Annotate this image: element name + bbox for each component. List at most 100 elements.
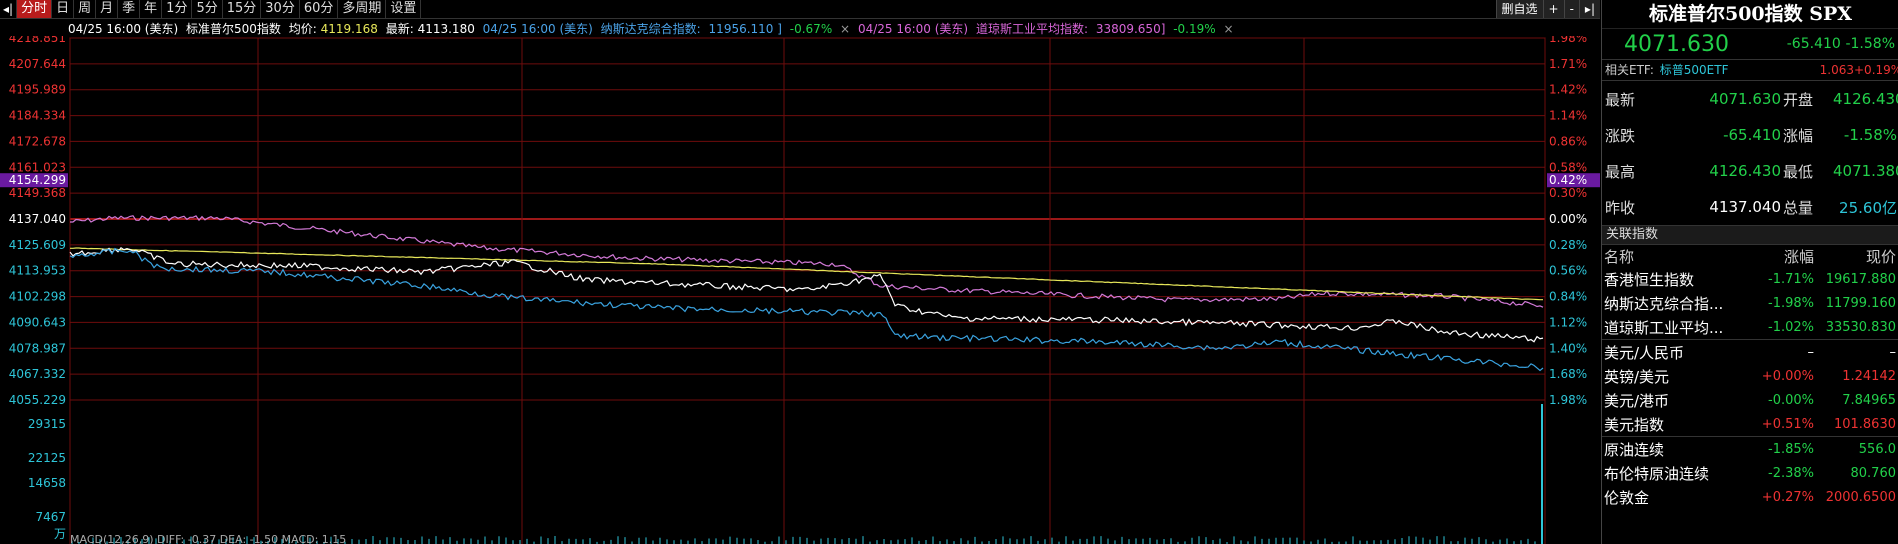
period-tab-1[interactable]: 日 <box>52 0 75 18</box>
quote-value: -65.410 <box>1723 126 1781 144</box>
period-tab-12[interactable]: 设置 <box>386 0 422 18</box>
period-tab-7[interactable]: 5分 <box>192 0 223 18</box>
related-price: 11799.160 <box>1825 295 1896 311</box>
right-axis-label: 1.40% <box>1549 341 1587 355</box>
related-price: 101.8630 <box>1833 416 1896 432</box>
price-change-pct: -1.58% <box>1845 36 1895 52</box>
period-tab-11[interactable]: 多周期 <box>338 0 387 18</box>
latest-value: 4113.180 <box>417 22 475 36</box>
minus-icon[interactable]: - <box>1563 0 1579 18</box>
ixic-label: 纳斯达克综合指数: <box>600 22 701 36</box>
etf-pct: +0.19% <box>1854 63 1898 77</box>
volume-axis-label: 22125 <box>28 451 66 465</box>
volume-axis-label: 万 <box>54 527 66 541</box>
col-price: 现价 <box>1865 247 1896 266</box>
quote-label: 涨幅 <box>1783 126 1814 145</box>
related-name: 原油连续 <box>1604 440 1665 459</box>
period-tab-10[interactable]: 60分 <box>300 0 339 18</box>
related-columns: 名称 涨幅 现价 <box>1602 245 1898 267</box>
close-dji-icon[interactable]: × <box>1224 22 1234 36</box>
current-price: 4071.630 <box>1624 31 1729 57</box>
related-etf-row[interactable]: 相关ETF: 标普500ETF 1.063 +0.19% <box>1602 60 1898 81</box>
left-axis-label: 4067.332 <box>9 367 66 381</box>
period-tab-9[interactable]: 30分 <box>261 0 300 18</box>
dji-pct: -0.19% <box>1173 22 1216 36</box>
quote-row: 最高 4126.430 最低 4071.380 <box>1602 153 1898 189</box>
right-axis-label: 1.14% <box>1549 109 1587 123</box>
period-tab-2[interactable]: 周 <box>74 0 97 18</box>
quote-row: 昨收 4137.040 总量 25.60亿 <box>1602 189 1898 225</box>
chart-info-bar: 04/25 16:00 (美东) 标准普尔500指数 均价: 4119.168 … <box>68 20 1538 36</box>
collapse-right-icon[interactable]: ▸| <box>1578 0 1600 18</box>
left-axis-label: 4195.989 <box>9 83 66 97</box>
related-item[interactable]: 纳斯达克综合指... -1.98% 11799.160 <box>1602 291 1898 315</box>
related-indices-header: 关联指数 <box>1602 226 1898 245</box>
related-item[interactable]: 布伦特原油连续 -2.38% 80.760 <box>1602 461 1898 485</box>
ixic-pct: -0.67% <box>789 22 833 36</box>
close-ixic-icon[interactable]: × <box>840 22 850 36</box>
period-tab-4[interactable]: 季 <box>118 0 141 18</box>
related-item[interactable]: 香港恒生指数 -1.71% 19617.880 <box>1602 267 1898 291</box>
related-pct: -0.00% <box>1768 392 1814 408</box>
volume-axis-label: 7467 <box>35 510 66 524</box>
panel-title: 标准普尔500指数 SPX <box>1602 0 1898 29</box>
related-pct: -2.38% <box>1768 465 1814 481</box>
quote-label: 总量 <box>1783 198 1814 217</box>
period-tab-5[interactable]: 年 <box>140 0 163 18</box>
quote-label: 最高 <box>1605 162 1636 181</box>
related-pct: +0.51% <box>1761 416 1814 432</box>
related-item[interactable]: 原油连续 -1.85% 556.0 <box>1602 436 1898 461</box>
related-item[interactable]: 美元/人民币 – – <box>1602 339 1898 364</box>
related-list: 香港恒生指数 -1.71% 19617.880 纳斯达克综合指... -1.98% 117… <box>1602 267 1898 509</box>
related-item[interactable]: 道琼斯工业平均... -1.02% 33530.830 <box>1602 315 1898 339</box>
collapse-left-icon[interactable]: ◂| <box>0 0 18 18</box>
plus-icon[interactable]: + <box>1542 0 1564 18</box>
period-tab-0[interactable]: 分时 <box>17 0 53 18</box>
intraday-chart[interactable]: 4218.851 1.98% 4207.644 1.71% 4195.989 1.42% 4… <box>0 36 1600 544</box>
period-tab-6[interactable]: 1分 <box>162 0 193 18</box>
related-item[interactable]: 美元指数 +0.51% 101.8630 <box>1602 412 1898 436</box>
quote-grid: 最新 4071.630 开盘 4126.430 涨跌 -65.410 涨幅 -1.58% 最高 4… <box>1602 81 1898 226</box>
related-item[interactable]: 英镑/美元 +0.00% 1.24142 <box>1602 364 1898 388</box>
right-axis-label: 0.28% <box>1549 238 1587 252</box>
right-axis-label: 1.42% <box>1549 83 1587 97</box>
col-pct: 涨幅 <box>1783 247 1814 266</box>
left-axis-label: 4137.040 <box>9 212 66 226</box>
related-name: 布伦特原油连续 <box>1604 464 1710 483</box>
etf-name[interactable]: 标普500ETF <box>1660 60 1809 80</box>
right-axis-label: 1.98% <box>1549 36 1587 45</box>
related-name: 美元/人民币 <box>1604 343 1685 362</box>
ixic-value: 11956.110 ] <box>708 22 782 36</box>
macd-text: MACD(12,26,9) DIFF: -0.37 DEA: -1.50 MAC… <box>70 533 346 544</box>
quote-row: 涨跌 -65.410 涨幅 -1.58% <box>1602 117 1898 153</box>
related-name: 美元指数 <box>1604 415 1665 434</box>
left-axis-label: 4113.953 <box>9 264 66 278</box>
ixic-line <box>69 247 1544 372</box>
toolbar-right: 删自选 + - ▸| <box>1495 0 1600 18</box>
related-price: 556.0 <box>1858 441 1896 457</box>
left-axis-label: 4125.609 <box>9 238 66 252</box>
related-price: 80.760 <box>1850 465 1897 481</box>
related-price: 33530.830 <box>1825 319 1896 335</box>
chart-canvas[interactable]: 4218.851 1.98% 4207.644 1.71% 4195.989 1.42% 4… <box>0 36 1600 544</box>
remove-watchlist-button[interactable]: 删自选 <box>1495 0 1543 18</box>
right-axis-label: 0.56% <box>1549 264 1587 278</box>
related-item[interactable]: 伦敦金 +0.27% 2000.6500 <box>1602 485 1898 509</box>
price-change: -65.410 <box>1786 36 1841 52</box>
volume-axis-label: 14658 <box>28 476 66 490</box>
related-pct: +0.27% <box>1761 489 1814 505</box>
right-axis-label: 0.30% <box>1549 186 1587 200</box>
right-axis-label: 0.84% <box>1549 290 1587 304</box>
right-axis-label: 1.98% <box>1549 393 1587 407</box>
period-tab-3[interactable]: 月 <box>96 0 119 18</box>
right-axis-label: 0.58% <box>1549 160 1587 174</box>
pct-highlight-value: 0.42% <box>1549 173 1587 187</box>
related-pct: -1.85% <box>1768 441 1814 457</box>
related-price: 2000.6500 <box>1825 489 1896 505</box>
related-name: 纳斯达克综合指... <box>1604 294 1724 313</box>
related-item[interactable]: 美元/港币 -0.00% 7.84965 <box>1602 388 1898 412</box>
etf-price: 1.063 <box>1819 63 1854 77</box>
related-pct: -1.02% <box>1768 319 1814 335</box>
dji-value: 33809.650] <box>1095 22 1166 36</box>
period-tab-8[interactable]: 15分 <box>223 0 262 18</box>
